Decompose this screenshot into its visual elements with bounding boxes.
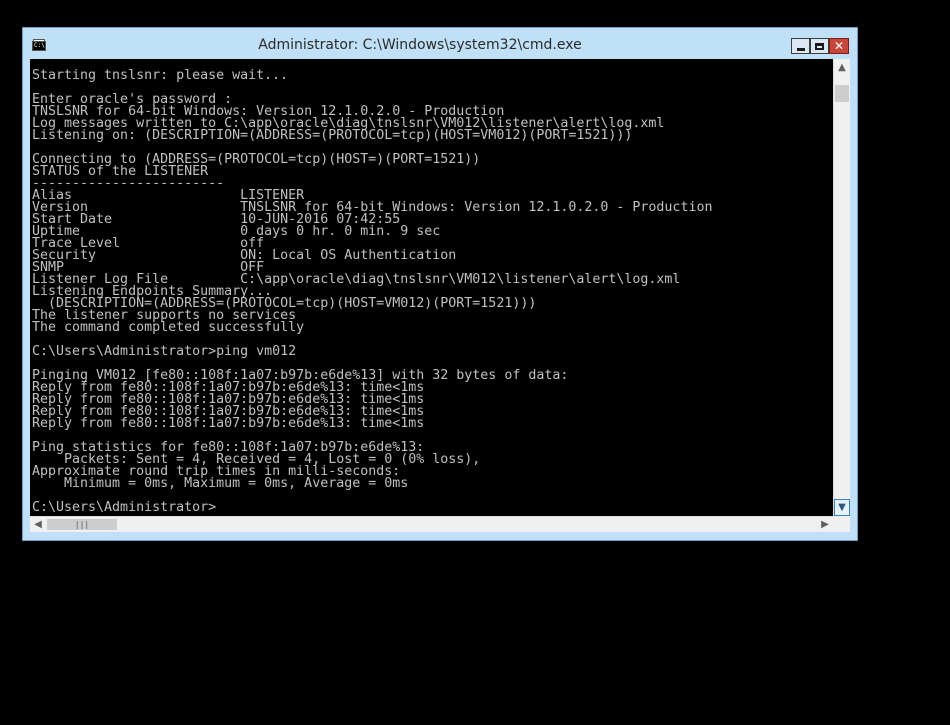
window-title: Administrator: C:\Windows\system32\cmd.e… — [258, 37, 582, 53]
chevron-left-icon: ◀ — [34, 519, 42, 530]
scrollbar-corner — [833, 516, 850, 532]
maximize-button[interactable] — [810, 38, 829, 54]
title-bar[interactable]: C:\ Administrator: C:\Windows\system32\c… — [23, 28, 857, 59]
horizontal-scrollbar[interactable]: ◀ ||| ▶ — [30, 516, 833, 532]
horizontal-scroll-thumb[interactable]: ||| — [47, 519, 117, 530]
vertical-scroll-thumb[interactable] — [835, 85, 849, 102]
maximize-icon — [815, 42, 824, 50]
minimize-button[interactable] — [791, 38, 810, 54]
minimize-icon — [796, 47, 805, 51]
scroll-right-button[interactable]: ▶ — [817, 517, 833, 532]
close-button[interactable]: ✕ — [829, 38, 849, 54]
chevron-up-icon: ▲ — [838, 62, 846, 73]
scroll-down-button[interactable]: ▼ — [834, 499, 850, 516]
chevron-down-icon: ▼ — [838, 502, 846, 513]
console-text: Starting tnslsnr: please wait... Enter o… — [32, 68, 713, 515]
grip-icon: ||| — [74, 520, 90, 529]
close-icon: ✕ — [833, 39, 845, 53]
scroll-left-button[interactable]: ◀ — [30, 517, 46, 532]
scroll-up-button[interactable]: ▲ — [834, 59, 850, 76]
chevron-right-icon: ▶ — [821, 519, 829, 530]
console-output-area[interactable]: Starting tnslsnr: please wait... Enter o… — [30, 59, 833, 516]
cmd-window[interactable]: C:\ Administrator: C:\Windows\system32\c… — [22, 27, 858, 541]
vertical-scrollbar[interactable]: ▲ ▼ — [833, 59, 850, 516]
